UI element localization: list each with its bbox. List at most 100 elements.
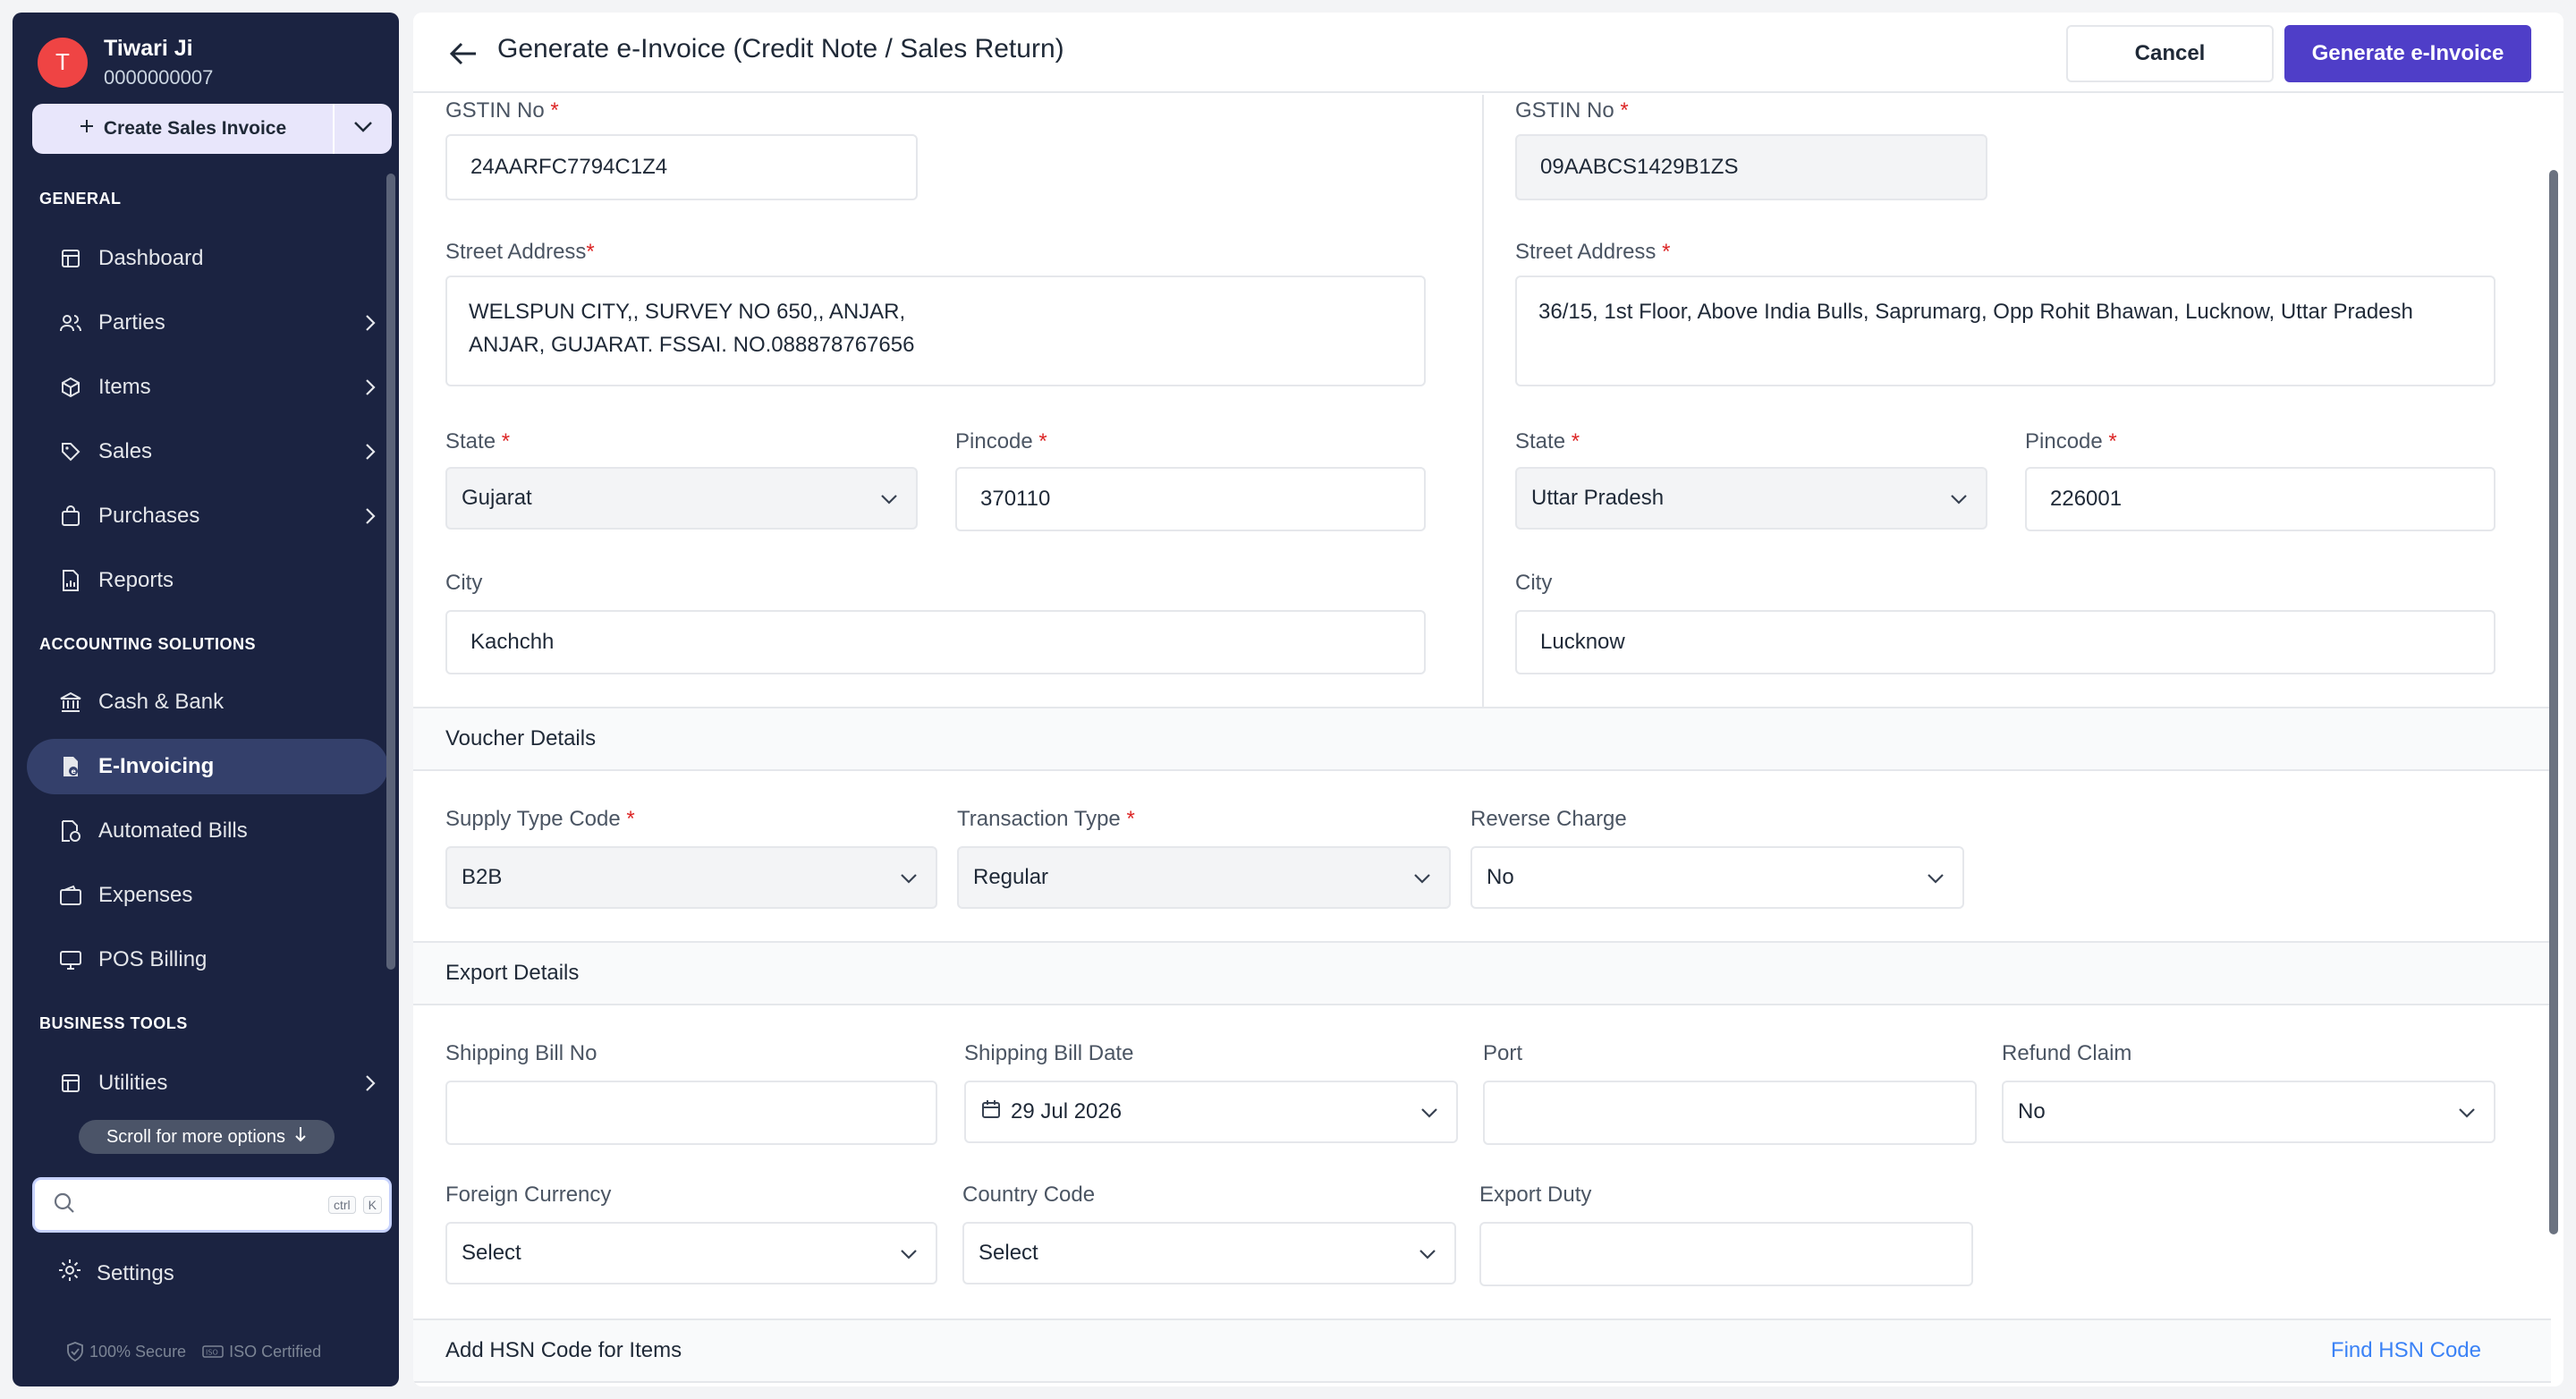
chevron-down-icon	[1927, 865, 1945, 890]
section-general: GENERAL	[39, 190, 122, 208]
sidebar-item-e-invoicing[interactable]: e E-Invoicing	[27, 739, 388, 794]
voucher-details-title: Voucher Details	[445, 726, 597, 750]
secure-label: 100% Secure	[89, 1342, 187, 1361]
buyer-street-value: 36/15, 1st Floor, Above India Bulls, Sap…	[1538, 300, 2413, 324]
voucher-details-section: Voucher Details	[413, 707, 2551, 771]
buyer-city-field[interactable]: Lucknow	[1515, 610, 2496, 674]
settings-label: Settings	[97, 1260, 174, 1285]
buyer-state-value: Uttar Pradesh	[1531, 486, 1665, 510]
country-code-label: Country Code	[962, 1183, 1096, 1207]
cancel-button[interactable]: Cancel	[2066, 25, 2274, 82]
shipping-bill-date-label: Shipping Bill Date	[964, 1041, 1134, 1065]
seller-city-label: City	[445, 571, 483, 595]
buyer-state-label: State *	[1515, 429, 1580, 454]
shipping-bill-no-label: Shipping Bill No	[445, 1041, 597, 1065]
arrow-down-icon	[294, 1126, 307, 1148]
port-field[interactable]	[1483, 1081, 1977, 1145]
find-hsn-code-link[interactable]: Find HSN Code	[2331, 1338, 2481, 1363]
sidebar-item-label: Dashboard	[98, 246, 204, 270]
sidebar-item-sales[interactable]: Sales	[27, 424, 388, 479]
sidebar-item-dashboard[interactable]: Dashboard	[27, 231, 388, 286]
create-sales-invoice-split-button: Create Sales Invoice	[32, 104, 392, 154]
foreign-currency-label: Foreign Currency	[445, 1183, 612, 1207]
buyer-street-field[interactable]: 36/15, 1st Floor, Above India Bulls, Sap…	[1515, 276, 2496, 386]
port-label: Port	[1483, 1041, 1523, 1065]
create-sales-invoice-button[interactable]: Create Sales Invoice	[32, 118, 333, 140]
shipping-bill-date-value: 29 Jul 2026	[1011, 1099, 1123, 1123]
seller-gstin-field[interactable]: 24AARFC7794C1Z4	[445, 134, 918, 200]
generate-e-invoice-button[interactable]: Generate e-Invoice	[2284, 25, 2531, 82]
refund-claim-value: No	[2018, 1099, 2046, 1123]
wallet-icon	[57, 882, 84, 909]
transaction-type-label: Transaction Type *	[957, 807, 1135, 831]
seller-street-line1: WELSPUN CITY,, SURVEY NO 650,, ANJAR,	[469, 300, 906, 324]
export-duty-label: Export Duty	[1479, 1183, 1592, 1207]
search-input[interactable]	[89, 1187, 328, 1223]
seller-city-field[interactable]: Kachchh	[445, 610, 1426, 674]
reverse-charge-label: Reverse Charge	[1470, 807, 1627, 831]
chevron-down-icon	[900, 865, 918, 890]
sidebar-scrollbar[interactable]	[386, 174, 395, 970]
sidebar-item-utilities[interactable]: Utilities	[27, 1056, 388, 1111]
sidebar-item-label: Sales	[98, 439, 153, 463]
chevron-down-icon	[2458, 1099, 2476, 1124]
reverse-charge-select[interactable]: No	[1470, 846, 1964, 909]
country-code-value: Select	[979, 1241, 1038, 1265]
plus-icon	[79, 118, 95, 140]
shipping-bill-date-picker[interactable]: 29 Jul 2026	[964, 1081, 1458, 1143]
sidebar-item-items[interactable]: Items	[27, 360, 388, 415]
supply-type-label: Supply Type Code *	[445, 807, 635, 831]
chevron-right-icon	[352, 378, 388, 396]
seller-street-line2: ANJAR, GUJARAT. FSSAI. NO.088878767656	[469, 333, 915, 358]
buyer-pincode-field[interactable]: 226001	[2025, 467, 2496, 531]
sidebar-item-automated-bills[interactable]: Automated Bills	[27, 803, 388, 859]
seller-state-value: Gujarat	[462, 486, 532, 510]
sidebar-item-purchases[interactable]: Purchases	[27, 488, 388, 544]
sidebar-item-cash-bank[interactable]: Cash & Bank	[27, 674, 388, 730]
export-duty-field[interactable]	[1479, 1222, 1973, 1286]
sidebar-item-label: Expenses	[98, 883, 193, 907]
chevron-right-icon	[352, 443, 388, 461]
seller-pincode-value: 370110	[980, 487, 1051, 511]
supply-type-select[interactable]: B2B	[445, 846, 937, 909]
seller-state-select[interactable]: Gujarat	[445, 467, 918, 530]
seller-gstin-label: GSTIN No *	[445, 98, 559, 123]
scroll-more-options-hint[interactable]: Scroll for more options	[79, 1120, 335, 1154]
country-code-select[interactable]: Select	[962, 1222, 1456, 1285]
back-arrow-icon[interactable]	[447, 38, 479, 70]
main-scrollbar[interactable]	[2549, 170, 2558, 1234]
sidebar-item-label: Cash & Bank	[98, 690, 225, 714]
seller-gstin-value: 24AARFC7794C1Z4	[470, 155, 668, 179]
chevron-right-icon	[352, 314, 388, 332]
buyer-state-select[interactable]: Uttar Pradesh	[1515, 467, 1987, 530]
supply-type-value: B2B	[462, 865, 503, 889]
monitor-icon	[57, 946, 84, 973]
sidebar-item-pos-billing[interactable]: POS Billing	[27, 932, 388, 988]
utilities-icon	[57, 1070, 84, 1097]
sidebar-item-reports[interactable]: Reports	[27, 553, 388, 608]
create-options-dropdown[interactable]	[335, 121, 392, 138]
user-profile[interactable]: T Tiwari Ji 0000000007	[38, 34, 213, 90]
foreign-currency-select[interactable]: Select	[445, 1222, 937, 1285]
sidebar-item-expenses[interactable]: Expenses	[27, 868, 388, 923]
shipping-bill-no-field[interactable]	[445, 1081, 937, 1145]
sidebar-item-label: Utilities	[98, 1071, 168, 1095]
calendar-icon	[980, 1098, 1002, 1126]
chevron-right-icon	[352, 1074, 388, 1092]
seller-pincode-field[interactable]: 370110	[955, 467, 1426, 531]
reverse-charge-value: No	[1487, 865, 1514, 889]
section-business-tools: BUSINESS TOOLS	[39, 1014, 188, 1032]
e-invoice-icon: e	[57, 753, 84, 780]
seller-street-field[interactable]: WELSPUN CITY,, SURVEY NO 650,, ANJAR, AN…	[445, 276, 1426, 386]
sidebar-item-settings[interactable]: Settings	[57, 1258, 174, 1289]
seller-street-label: Street Address*	[445, 240, 595, 264]
shield-icon	[67, 1342, 83, 1361]
buyer-gstin-field[interactable]: 09AABCS1429B1ZS	[1515, 134, 1987, 200]
buyer-gstin-label: GSTIN No *	[1515, 98, 1629, 123]
transaction-type-select[interactable]: Regular	[957, 846, 1451, 909]
sidebar-item-parties[interactable]: Parties	[27, 295, 388, 351]
export-details-section: Export Details	[413, 941, 2551, 1005]
sidebar: T Tiwari Ji 0000000007 Create Sales Invo…	[13, 13, 399, 1386]
refund-claim-select[interactable]: No	[2002, 1081, 2496, 1143]
chevron-down-icon	[900, 1241, 918, 1266]
